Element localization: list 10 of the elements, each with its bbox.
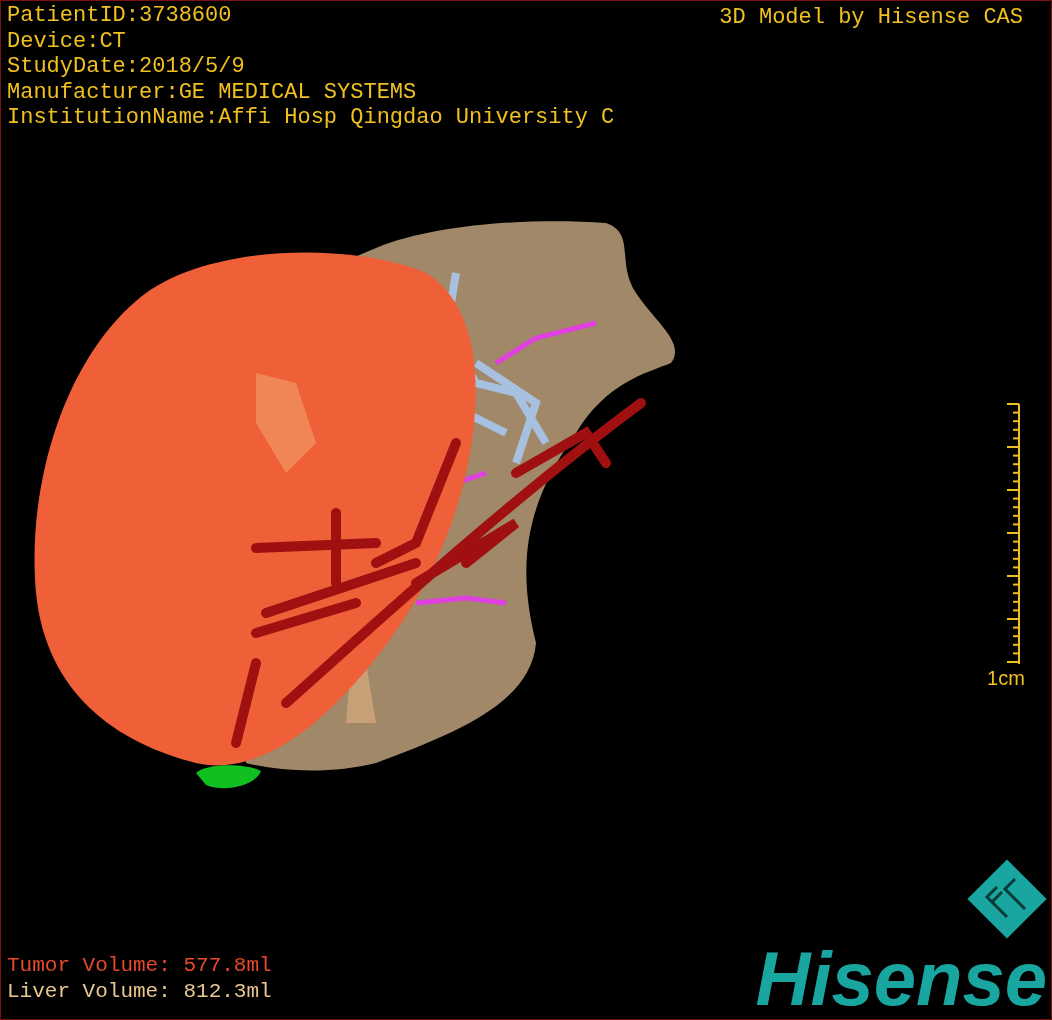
volume-reading: Tumor Volume: 577.8ml (7, 953, 272, 979)
volume-reading: Liver Volume: 812.3ml (7, 979, 272, 1005)
info-line: InstitutionName:Affi Hosp Qingdao University C (7, 105, 615, 131)
scale-label: 1cm (987, 667, 1025, 690)
info-line: Device:CT (7, 28, 127, 55)
info-line: Manufacturer:GE MEDICAL SYSTEMS (7, 79, 418, 106)
info-line: PatientID:3738600 (7, 3, 233, 29)
info-line: StudyDate:2018/5/9 (7, 54, 246, 80)
brand-logo-text: Hisense (755, 939, 1047, 1019)
viewer-title: 3D Model by Hisense CAS (719, 4, 1024, 32)
